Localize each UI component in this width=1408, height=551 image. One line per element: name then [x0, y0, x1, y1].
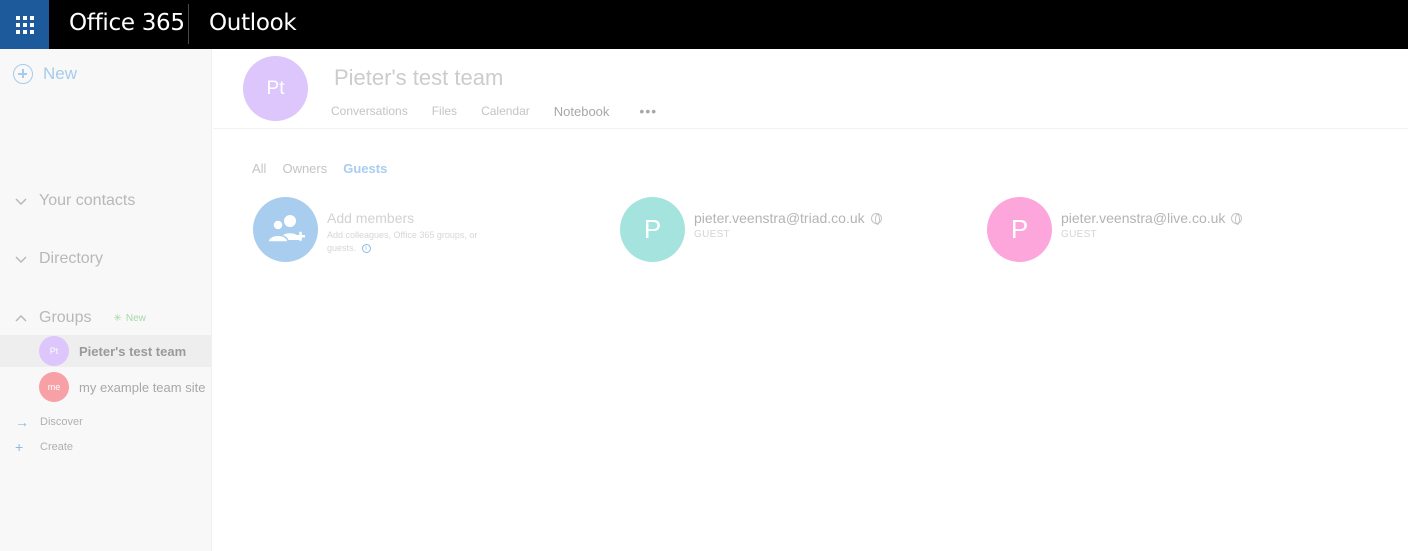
directory-section[interactable]: Directory: [14, 250, 103, 268]
discover-link[interactable]: → Discover: [15, 414, 83, 430]
member-avatar: P: [620, 197, 685, 262]
tab-conversations[interactable]: Conversations: [331, 104, 408, 118]
new-button-label: New: [43, 64, 78, 83]
groups-section[interactable]: Groups ✳ New: [14, 309, 146, 327]
globe-icon: [1231, 212, 1243, 225]
member-card[interactable]: P pieter.veenstra@triad.co.uk GUEST: [620, 197, 882, 262]
groups-new-badge: ✳ New: [113, 313, 145, 324]
groups-label: Groups: [39, 309, 92, 326]
filter-owners[interactable]: Owners: [282, 161, 327, 176]
directory-label: Directory: [39, 250, 104, 267]
globe-icon: [870, 212, 882, 225]
new-button[interactable]: New: [13, 64, 77, 84]
chevron-down-icon: [14, 252, 28, 266]
team-title: Pieter's test team: [334, 65, 504, 90]
add-members-description: Add colleagues, Office 365 groups, or gu…: [327, 229, 487, 255]
more-options-icon[interactable]: •••: [639, 103, 657, 119]
member-card[interactable]: P pieter.veenstra@live.co.uk GUEST: [987, 197, 1243, 262]
member-email: pieter.veenstra@live.co.uk: [1061, 210, 1226, 226]
group-header: Pt Pieter's test team Conversations File…: [213, 49, 1408, 129]
create-link[interactable]: + Create: [15, 439, 74, 455]
filter-all[interactable]: All: [252, 161, 266, 176]
tab-calendar[interactable]: Calendar: [481, 104, 530, 118]
your-contacts-label: Your contacts: [39, 192, 136, 209]
add-members-title: Add members: [327, 210, 415, 226]
app-launcher-button[interactable]: [0, 0, 49, 49]
office365-brand-link[interactable]: Office 365: [69, 10, 185, 36]
group-item-pieters-test-team[interactable]: Pt Pieter's test team: [0, 335, 211, 367]
filter-guests[interactable]: Guests: [343, 161, 387, 176]
member-role: GUEST: [694, 229, 730, 240]
member-email-row: pieter.veenstra@live.co.uk: [1061, 210, 1243, 226]
chevron-up-icon: [14, 311, 28, 325]
member-avatar: P: [987, 197, 1052, 262]
team-tabs: Conversations Files Calendar Notebook ••…: [331, 103, 657, 119]
group-avatar: me: [39, 372, 69, 402]
main-content: Pt Pieter's test team Conversations File…: [213, 49, 1408, 551]
add-people-icon: [253, 197, 318, 262]
member-email: pieter.veenstra@triad.co.uk: [694, 210, 865, 226]
member-filter-tabs: All Owners Guests: [252, 161, 403, 176]
tab-notebook[interactable]: Notebook: [554, 104, 610, 119]
add-circle-icon: [13, 64, 33, 84]
create-label: Create: [40, 441, 74, 453]
outlook-app-link[interactable]: Outlook: [209, 10, 297, 36]
your-contacts-section[interactable]: Your contacts: [14, 192, 135, 210]
info-icon[interactable]: i: [361, 244, 371, 254]
group-name: Pieter's test team: [79, 343, 187, 359]
arrow-right-icon: →: [15, 414, 29, 430]
discover-label: Discover: [40, 416, 83, 428]
app-launcher-icon: [15, 15, 34, 34]
chevron-down-icon: [14, 194, 28, 208]
add-members-card[interactable]: Add members Add colleagues, Office 365 g…: [253, 197, 487, 262]
tab-files[interactable]: Files: [432, 104, 457, 118]
group-item-my-example-team-site[interactable]: me my example team site: [0, 371, 211, 403]
left-sidebar: New Your contacts Directory Groups ✳ New…: [0, 49, 212, 551]
group-avatar: Pt: [39, 336, 69, 366]
member-role: GUEST: [1061, 229, 1097, 240]
add-members-description-text: Add colleagues, Office 365 groups, or gu…: [327, 230, 478, 253]
brand-divider: [188, 4, 189, 44]
plus-icon: +: [15, 439, 24, 455]
team-avatar[interactable]: Pt: [243, 56, 308, 121]
group-name: my example team site: [79, 379, 206, 395]
groups-new-badge-label: New: [125, 312, 146, 324]
member-email-row: pieter.veenstra@triad.co.uk: [694, 210, 882, 226]
top-bar: Office 365 Outlook: [0, 0, 1408, 49]
sparkle-icon: ✳: [113, 312, 122, 324]
